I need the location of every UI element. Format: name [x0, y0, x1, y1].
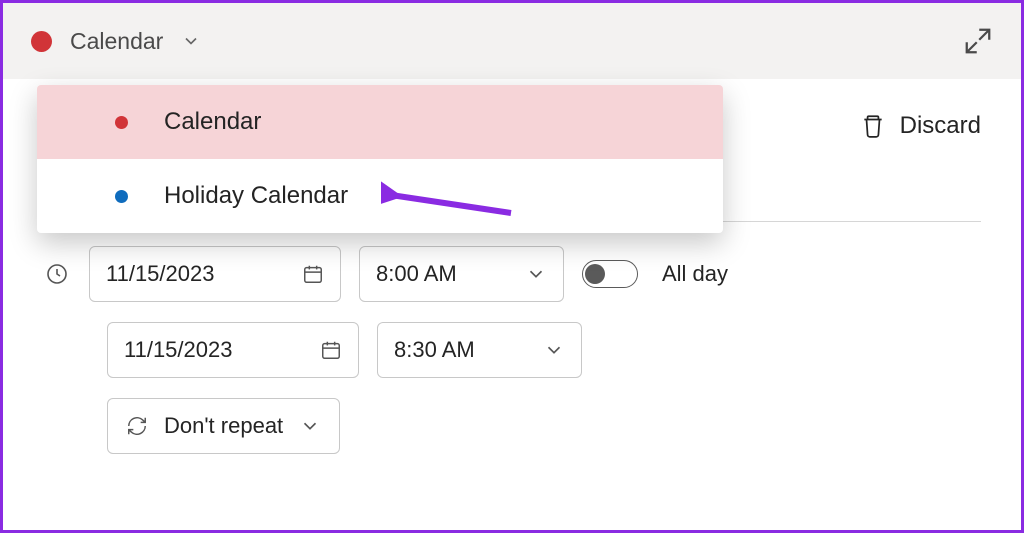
chevron-down-icon [543, 339, 565, 361]
all-day-toggle[interactable] [582, 260, 638, 288]
end-time-value: 8:30 AM [394, 337, 475, 363]
start-time-field[interactable]: 8:00 AM [359, 246, 564, 302]
chevron-down-icon [181, 31, 201, 51]
end-date-field[interactable]: 11/15/2023 [107, 322, 359, 378]
discard-button[interactable]: Discard [860, 112, 981, 140]
end-date-value: 11/15/2023 [124, 337, 232, 363]
event-editor-window: Calendar Discard ⇄+↻ [0, 0, 1024, 533]
end-time-field[interactable]: 8:30 AM [377, 322, 582, 378]
calendar-dropdown: Calendar Holiday Calendar [37, 85, 723, 233]
all-day-label: All day [662, 261, 728, 287]
trash-icon [860, 113, 886, 139]
chevron-down-icon [525, 263, 547, 285]
dropdown-item-calendar[interactable]: Calendar [37, 85, 723, 159]
calendar-selector[interactable]: Calendar [31, 28, 201, 55]
calendar-color-dot [115, 190, 128, 203]
start-date-field[interactable]: 11/15/2023 [89, 246, 341, 302]
header-bar: Calendar [3, 3, 1021, 79]
repeat-selector[interactable]: Don't repeat [107, 398, 340, 454]
chevron-down-icon [299, 415, 321, 437]
discard-label: Discard [900, 112, 981, 140]
calendar-color-dot [115, 116, 128, 129]
expand-icon[interactable] [963, 26, 993, 56]
repeat-icon [126, 415, 148, 437]
calendar-icon [320, 339, 342, 361]
dropdown-item-holiday-calendar[interactable]: Holiday Calendar [37, 159, 723, 233]
clock-icon [43, 262, 71, 286]
start-date-value: 11/15/2023 [106, 261, 214, 287]
calendar-selector-label: Calendar [70, 28, 163, 55]
dropdown-item-label: Calendar [164, 108, 261, 136]
calendar-color-dot [31, 31, 52, 52]
dropdown-item-label: Holiday Calendar [164, 182, 348, 210]
toggle-knob [585, 264, 605, 284]
start-time-value: 8:00 AM [376, 261, 457, 287]
calendar-icon [302, 263, 324, 285]
repeat-label: Don't repeat [164, 413, 283, 439]
